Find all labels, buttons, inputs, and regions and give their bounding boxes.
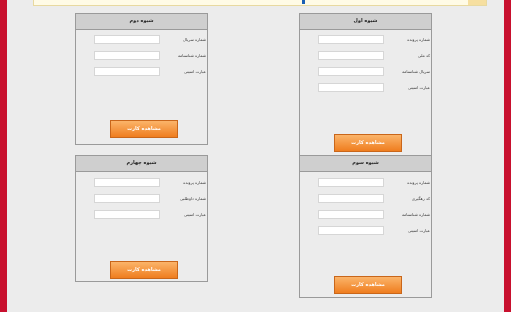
form-row: شماره شناسنامه <box>300 210 433 220</box>
view-card-button[interactable]: مشاهده کارت <box>110 261 178 279</box>
case-number-input[interactable] <box>318 35 384 44</box>
tracking-code-input[interactable] <box>318 194 384 203</box>
view-card-button[interactable]: مشاهده کارت <box>110 120 178 138</box>
top-notice-bar <box>33 0 487 6</box>
security-phrase-input[interactable] <box>94 210 160 219</box>
field-label: شماره پرونده <box>407 180 430 185</box>
serial-number-input[interactable] <box>94 35 160 44</box>
field-label: کد ملی <box>417 53 430 58</box>
field-label: شماره پرونده <box>183 180 206 185</box>
field-label: شماره شناسنامه <box>177 53 206 58</box>
id-serial-input[interactable] <box>318 67 384 76</box>
view-card-button[interactable]: مشاهده کارت <box>334 134 402 152</box>
field-label: شماره سریال <box>183 37 206 42</box>
panel-title: شیوه چهارم <box>76 156 207 172</box>
field-label: شماره پرونده <box>407 37 430 42</box>
national-code-input[interactable] <box>318 51 384 60</box>
notice-marker-icon <box>302 0 305 4</box>
form-row: شماره پرونده <box>300 35 433 45</box>
form-row: کد ملی <box>300 51 433 61</box>
panel-title: شیوه دوم <box>76 14 207 30</box>
security-phrase-input[interactable] <box>318 83 384 92</box>
id-number-input[interactable] <box>94 51 160 60</box>
case-number-input[interactable] <box>318 178 384 187</box>
form-row: عبارت امنیتی <box>300 83 433 93</box>
form-row: شماره سریال <box>76 35 209 45</box>
panel-title: شیوه اول <box>300 14 431 30</box>
panel-method-2: شیوه دوم شماره سریال شماره شناسنامه عبار… <box>75 13 208 145</box>
form-row: کد رهگیری <box>300 194 433 204</box>
right-frame-border <box>504 0 511 312</box>
form-row: شماره شناسنامه <box>76 51 209 61</box>
form-row: سریال شناسنامه <box>300 67 433 77</box>
id-number-input[interactable] <box>318 210 384 219</box>
field-label: عبارت امنیتی <box>184 69 206 74</box>
security-phrase-input[interactable] <box>318 226 384 235</box>
page-content: شیوه اول شماره پرونده کد ملی سریال شناسن… <box>7 0 504 312</box>
panel-title: شیوه سوم <box>300 156 431 172</box>
applicant-number-input[interactable] <box>94 194 160 203</box>
field-label: کد رهگیری <box>411 196 430 201</box>
security-phrase-input[interactable] <box>94 67 160 76</box>
panel-method-1: شیوه اول شماره پرونده کد ملی سریال شناسن… <box>299 13 432 160</box>
field-label: عبارت امنیتی <box>408 85 430 90</box>
form-row: عبارت امنیتی <box>76 210 209 220</box>
view-card-button[interactable]: مشاهده کارت <box>334 276 402 294</box>
panel-method-4: شیوه چهارم شماره پرونده شماره داوطلبی عب… <box>75 155 208 282</box>
form-row: شماره داوطلبی <box>76 194 209 204</box>
form-row: عبارت امنیتی <box>300 226 433 236</box>
field-label: سریال شناسنامه <box>402 69 430 74</box>
case-number-input[interactable] <box>94 178 160 187</box>
field-label: عبارت امنیتی <box>184 212 206 217</box>
field-label: شماره داوطلبی <box>179 196 206 201</box>
notice-end-block <box>468 0 486 5</box>
field-label: شماره شناسنامه <box>401 212 430 217</box>
form-row: شماره پرونده <box>76 178 209 188</box>
panel-method-3: شیوه سوم شماره پرونده کد رهگیری شماره شن… <box>299 155 432 298</box>
form-row: شماره پرونده <box>300 178 433 188</box>
left-frame-border <box>0 0 7 312</box>
form-row: عبارت امنیتی <box>76 67 209 77</box>
field-label: عبارت امنیتی <box>408 228 430 233</box>
